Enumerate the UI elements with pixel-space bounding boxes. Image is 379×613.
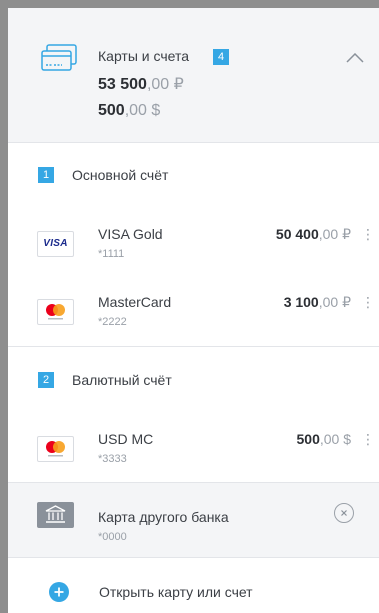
more-menu-icon[interactable]: ⋮ bbox=[361, 431, 375, 448]
visa-icon: VISA bbox=[37, 231, 74, 257]
card-name: MasterCard bbox=[98, 294, 172, 310]
card-row-usd-mc[interactable]: USD MC *3333 500,00 $ ⋮ bbox=[8, 431, 379, 471]
card-row-mastercard[interactable]: MasterCard *2222 3 100,00 ₽ ⋮ bbox=[8, 294, 379, 334]
accounts-summary-header: Карты и счета 4 53 500,00 ₽ 500,00 $ bbox=[8, 8, 379, 143]
section-number-badge: 2 bbox=[38, 372, 54, 388]
card-balance-whole: 3 100 bbox=[283, 294, 319, 310]
card-balance-whole: 500 bbox=[296, 431, 320, 447]
open-card-label: Открыть карту или счет bbox=[99, 584, 253, 600]
bank-building-glyph bbox=[45, 505, 66, 523]
divider bbox=[8, 346, 379, 347]
card-number: *3333 bbox=[98, 453, 127, 465]
card-number: *2222 bbox=[98, 316, 127, 328]
total-rub-whole: 53 500 bbox=[98, 76, 147, 93]
open-card-button[interactable]: Открыть карту или счет bbox=[8, 578, 379, 608]
mastercard-logo bbox=[46, 304, 65, 320]
mastercard-icon bbox=[37, 436, 74, 462]
close-glyph bbox=[341, 510, 347, 516]
other-bank-name: Карта другого банка bbox=[98, 509, 229, 525]
card-number: *1111 bbox=[98, 248, 125, 260]
cards-icon bbox=[41, 44, 77, 71]
other-bank-number: *0000 bbox=[98, 531, 127, 543]
card-name: VISA Gold bbox=[98, 226, 163, 242]
section-title: Валютный счёт bbox=[72, 372, 172, 388]
mastercard-icon bbox=[37, 299, 74, 325]
card-balance-fraction: ,00 ₽ bbox=[318, 226, 351, 242]
header-title: Карты и счета bbox=[98, 48, 189, 64]
other-bank-card-row[interactable]: Карта другого банка *0000 bbox=[8, 482, 379, 558]
visa-logo-text: VISA bbox=[43, 238, 68, 249]
card-balance-fraction: ,00 $ bbox=[319, 431, 351, 447]
mastercard-logo bbox=[46, 441, 65, 457]
section-title: Основной счёт bbox=[72, 167, 169, 183]
more-menu-icon[interactable]: ⋮ bbox=[361, 294, 375, 311]
card-row-visa-gold[interactable]: VISA VISA Gold *1111 50 400,00 ₽ ⋮ bbox=[8, 226, 379, 266]
more-menu-icon[interactable]: ⋮ bbox=[361, 226, 375, 243]
card-balance-fraction: ,00 ₽ bbox=[318, 294, 351, 310]
total-usd-whole: 500 bbox=[98, 102, 125, 119]
plus-icon bbox=[49, 582, 69, 602]
chevron-up-icon[interactable] bbox=[346, 53, 364, 63]
card-balance: 500,00 $ bbox=[297, 431, 352, 447]
count-badge: 4 bbox=[213, 49, 229, 65]
total-usd: 500,00 $ bbox=[98, 102, 160, 120]
plus-glyph bbox=[54, 587, 64, 597]
total-usd-fraction: ,00 $ bbox=[124, 102, 161, 119]
accounts-panel: Карты и счета 4 53 500,00 ₽ 500,00 $ 1 О… bbox=[8, 8, 379, 613]
card-balance: 3 100,00 ₽ bbox=[284, 294, 351, 311]
bank-building-icon bbox=[37, 502, 74, 528]
section-number-badge: 1 bbox=[38, 167, 54, 183]
card-balance-whole: 50 400 bbox=[275, 226, 319, 242]
card-balance: 50 400,00 ₽ bbox=[276, 226, 351, 243]
total-rub: 53 500,00 ₽ bbox=[98, 74, 184, 94]
card-name: USD MC bbox=[98, 431, 154, 447]
total-rub-fraction: ,00 ₽ bbox=[146, 76, 184, 93]
close-icon[interactable] bbox=[334, 503, 354, 523]
